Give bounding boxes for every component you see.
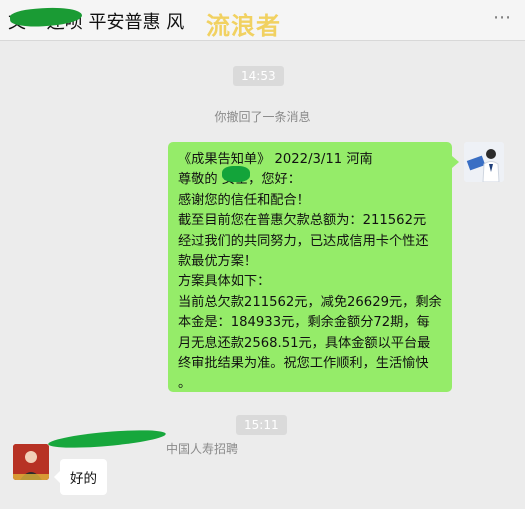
message-line: 方案具体如下： [178, 274, 271, 290]
avatar[interactable] [464, 142, 504, 182]
message-line: 《成果告知单》 2022/3/11 河南 [178, 152, 373, 167]
sender-name: 中国人寿招聘 [166, 442, 239, 456]
watermark: 流浪者 [206, 12, 281, 40]
message-line: 月无息还款2568.51元，具体金额以平台最 [178, 335, 431, 351]
message-line: 终审批结果为准。祝您工作顺利，生活愉快 [178, 356, 429, 372]
message-line: 尊敬的 女士，您好： [178, 172, 301, 188]
message-line: 当前总欠款211562元，减免26629元，剩余 [178, 294, 442, 310]
message-bubble-self[interactable]: 《成果告知单》 2022/3/11 河南 尊敬的 女士，您好： 感谢您的信任和配… [168, 142, 459, 392]
timestamp: 14:53 [233, 66, 284, 86]
avatar-person-icon [13, 444, 49, 480]
timestamp: 15:11 [236, 415, 287, 435]
message-line: 款最优方案！ [178, 254, 258, 270]
message-line: 感谢您的信任和配合！ [178, 192, 310, 208]
message-line: 本金是：184933元，剩余金额分72期，每 [178, 315, 430, 331]
avatar-person-icon [464, 142, 504, 182]
message-line: 截至目前您在普惠欠款总额为：211562元 [178, 213, 427, 229]
message-bubble-other[interactable]: 好的 [54, 459, 107, 495]
chat-header: 文 ~还呗 平安普惠 风 流浪者 ⋯ [0, 0, 525, 41]
more-icon[interactable]: ⋯ [493, 7, 511, 28]
redaction-scribble [222, 166, 250, 182]
redaction-scribble [47, 426, 167, 452]
recall-notice: 你撤回了一条消息 [214, 110, 311, 124]
avatar[interactable] [13, 444, 49, 480]
message-line: 经过我们的共同努力，已达成信用卡个性还 [178, 233, 429, 249]
message-line: 。 [178, 376, 192, 392]
